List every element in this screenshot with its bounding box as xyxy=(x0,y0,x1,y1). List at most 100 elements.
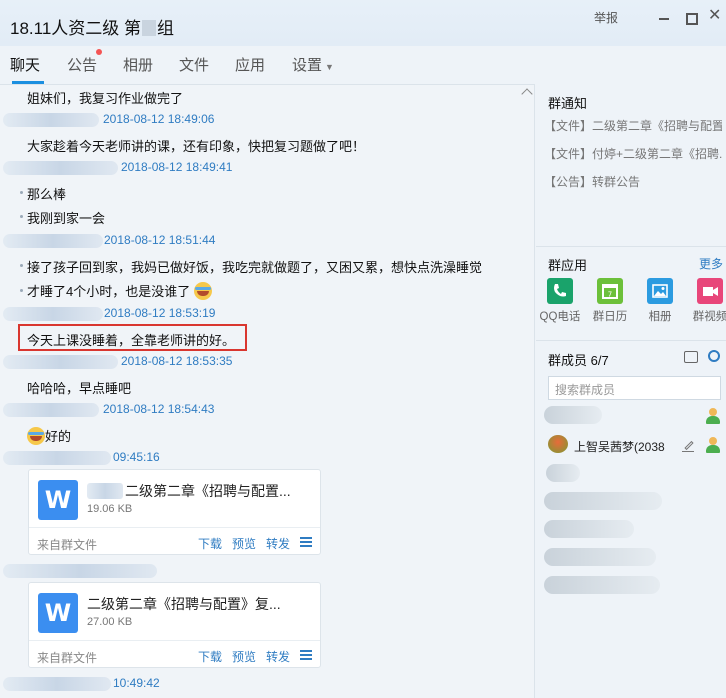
app-album[interactable]: 相册 xyxy=(635,278,685,324)
message-bullet xyxy=(20,289,23,292)
download-button[interactable]: 下载 xyxy=(198,535,222,552)
message-bullet xyxy=(20,215,23,218)
download-button[interactable]: 下载 xyxy=(198,648,222,665)
maximize-icon[interactable] xyxy=(683,10,699,26)
unread-dot xyxy=(96,49,102,55)
message-time: 2018-08-12 18:49:06 xyxy=(103,112,215,126)
redacted-sender xyxy=(3,161,118,175)
group-title: 18.11人资二级 第组 xyxy=(10,19,175,38)
app-label: 群视频 xyxy=(692,311,726,323)
file-name[interactable]: 二级第二章《招聘与配置... xyxy=(125,481,291,501)
tab-settings-label: 设置 xyxy=(292,57,323,74)
app-label: 群日历 xyxy=(592,311,628,323)
video-icon xyxy=(697,278,723,304)
tab-apps[interactable]: 应用 xyxy=(235,54,265,75)
redacted-sender xyxy=(3,677,111,691)
member-role-icon xyxy=(705,437,721,453)
redacted-sender xyxy=(3,564,157,578)
tab-album[interactable]: 相册 xyxy=(123,54,153,75)
preview-button[interactable]: 预览 xyxy=(232,535,256,552)
redacted-sender xyxy=(3,403,99,417)
file-card-footer: 来自群文件 下载 预览 转发 xyxy=(29,527,320,556)
calendar-icon: 7 xyxy=(597,278,623,304)
file-source: 来自群文件 xyxy=(37,538,98,552)
redacted-sender xyxy=(3,451,111,465)
forward-button[interactable]: 转发 xyxy=(266,535,290,552)
app-calendar[interactable]: 7 群日历 xyxy=(585,278,635,324)
message-time: 2018-08-12 18:54:43 xyxy=(103,402,215,416)
group-sidebar: 群通知 【文件】二级第二章《招聘与配置... 【文件】付婷+二级第二章《招聘..… xyxy=(536,84,726,698)
app-qq-call[interactable]: QQ电话 xyxy=(535,278,585,324)
tab-chat[interactable]: 聊天 xyxy=(10,54,40,75)
divider xyxy=(536,246,726,247)
message-time: 10:49:42 xyxy=(113,676,160,690)
forward-button[interactable]: 转发 xyxy=(266,648,290,665)
app-label: QQ电话 xyxy=(539,311,581,323)
redacted-filename-part xyxy=(87,483,123,499)
redacted-member[interactable] xyxy=(544,406,602,424)
divider xyxy=(536,340,726,341)
message-text: 大家趁着今天老师讲的课，还有印象，快把复习题做了吧！ xyxy=(27,139,366,154)
phone-icon xyxy=(547,278,573,304)
menu-icon[interactable] xyxy=(300,537,312,547)
close-icon[interactable]: ✕ xyxy=(708,8,724,24)
laughing-emoji-icon xyxy=(193,282,212,300)
notice-item[interactable]: 【公告】转群公告 xyxy=(544,173,722,190)
redacted-sender xyxy=(3,307,103,321)
file-card-footer: 来自群文件 下载 预览 转发 xyxy=(29,640,320,669)
member-role-icon xyxy=(705,408,721,424)
file-card[interactable]: W 二级第二章《招聘与配置》复... 27.00 KB 来自群文件 下载 预览 … xyxy=(28,582,321,668)
message-text: 好的 xyxy=(27,426,71,445)
message-bullet xyxy=(20,191,23,194)
apps-title: 群应用 xyxy=(548,258,588,273)
message-time: 09:45:16 xyxy=(113,450,160,464)
preview-button[interactable]: 预览 xyxy=(232,648,256,665)
redacted-member[interactable] xyxy=(546,464,580,482)
message-text: 我刚到家一会 xyxy=(27,211,106,226)
more-apps-link[interactable]: 更多 xyxy=(699,255,723,272)
redacted-member[interactable] xyxy=(544,520,634,538)
chevron-down-icon: ▼ xyxy=(325,62,334,72)
redacted-member[interactable] xyxy=(544,548,656,566)
word-file-icon: W xyxy=(38,593,78,633)
app-video[interactable]: 群视频 xyxy=(685,278,726,324)
laughing-emoji-icon xyxy=(27,427,45,445)
collapse-icon[interactable] xyxy=(522,86,534,96)
notice-title: 群通知 xyxy=(548,96,588,111)
search-icon[interactable] xyxy=(708,350,720,362)
file-card[interactable]: W 二级第二章《招聘与配置... 19.06 KB 来自群文件 下载 预览 转发 xyxy=(28,469,321,555)
minimize-icon[interactable] xyxy=(656,10,672,26)
report-button[interactable]: 举报 xyxy=(594,9,618,26)
notice-item[interactable]: 【文件】付婷+二级第二章《招聘... xyxy=(544,145,722,162)
file-size: 19.06 KB xyxy=(87,503,133,515)
tab-announcement[interactable]: 公告 xyxy=(67,54,97,75)
tab-files[interactable]: 文件 xyxy=(179,54,209,75)
member-manage-icon[interactable] xyxy=(684,351,698,363)
redacted-member[interactable] xyxy=(544,492,662,510)
file-size: 27.00 KB xyxy=(87,616,133,628)
notice-item[interactable]: 【文件】二级第二章《招聘与配置... xyxy=(544,117,722,134)
message-time: 2018-08-12 18:53:19 xyxy=(104,306,216,320)
message-text: 那么棒 xyxy=(27,187,67,202)
redacted-sender xyxy=(3,234,103,248)
members-title: 群成员 6/7 xyxy=(548,353,609,368)
tab-settings[interactable]: 设置 ▼ xyxy=(292,54,334,75)
avatar xyxy=(548,435,568,453)
member-search-input[interactable]: 搜索群成员 xyxy=(548,376,721,400)
word-file-icon: W xyxy=(38,480,78,520)
edit-icon[interactable] xyxy=(682,440,694,452)
message-text: 才睡了4个小时，也是没谁了 xyxy=(27,281,212,300)
svg-text:7: 7 xyxy=(608,291,612,299)
redacted-sender xyxy=(3,113,99,127)
message-text: 接了孩子回到家，我妈已做好饭，我吃完就做题了，又困又累，想快点洗澡睡觉 xyxy=(27,260,483,275)
message-text: 哈哈哈，早点睡吧 xyxy=(27,381,132,396)
menu-icon[interactable] xyxy=(300,650,312,660)
redacted-block xyxy=(142,20,157,36)
redacted-sender xyxy=(3,355,118,369)
file-source: 来自群文件 xyxy=(37,651,98,665)
image-icon xyxy=(647,278,673,304)
redacted-member[interactable] xyxy=(544,576,660,594)
message-time: 2018-08-12 18:53:35 xyxy=(121,354,233,368)
file-name[interactable]: 二级第二章《招聘与配置》复... xyxy=(87,594,281,614)
member-name[interactable]: 上智吴茜梦(2038 xyxy=(574,438,672,455)
